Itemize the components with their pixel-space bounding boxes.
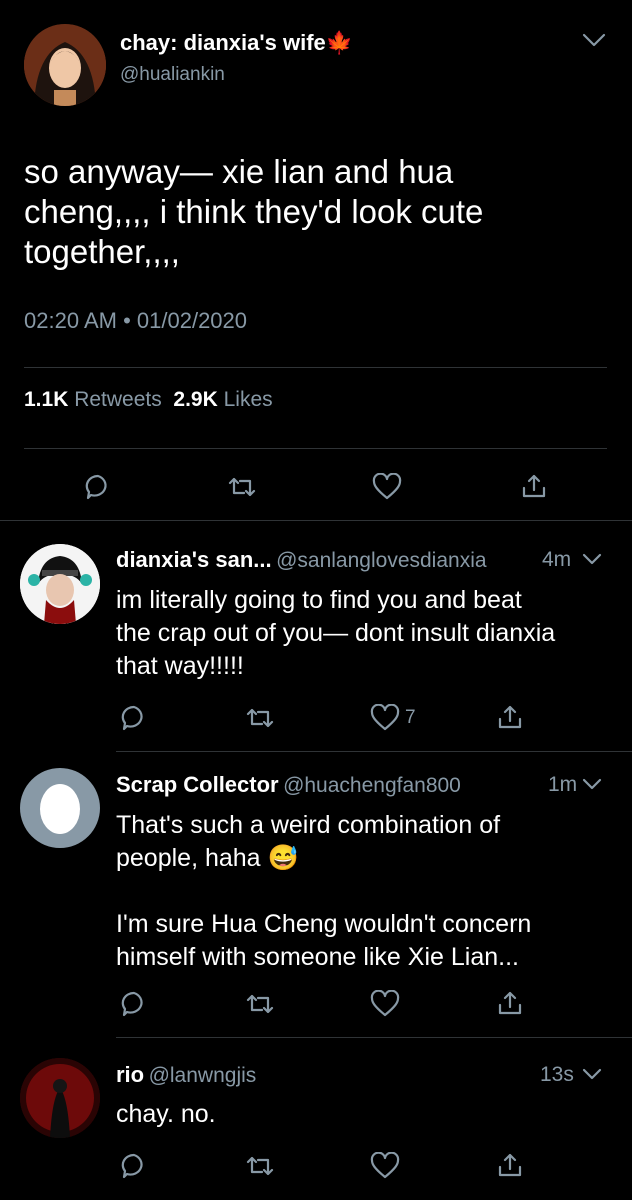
- chevron-down-icon[interactable]: [580, 1063, 604, 1085]
- retweets-count: 1.1K: [24, 388, 69, 411]
- divider: [116, 1037, 632, 1038]
- chevron-down-icon[interactable]: [580, 26, 608, 54]
- main-tweet-handle[interactable]: @hualiankin: [120, 64, 225, 86]
- like-count: 7: [405, 707, 416, 728]
- divider: [24, 448, 607, 449]
- reply-text: That's such a weird combination of peopl…: [116, 811, 532, 971]
- like-icon[interactable]: [370, 1152, 400, 1180]
- retweet-icon[interactable]: [244, 1152, 276, 1180]
- share-icon[interactable]: [496, 703, 524, 731]
- reply-time: 13s: [540, 1063, 574, 1086]
- reply-avatar[interactable]: [20, 768, 100, 848]
- reply-icon[interactable]: [120, 704, 148, 732]
- maple-leaf-emoji: 🍁: [325, 30, 354, 55]
- main-tweet-display-name[interactable]: chay: dianxia's wife🍁: [120, 30, 353, 56]
- retweets-stat[interactable]: 1.1K Retweets: [24, 388, 162, 411]
- reply-time: 1m: [548, 773, 578, 796]
- likes-label: Likes: [223, 388, 273, 411]
- reply-display-name[interactable]: Scrap Collector: [116, 772, 279, 797]
- reply-header: rio @lanwngjis: [116, 1062, 256, 1088]
- share-icon[interactable]: [496, 989, 524, 1017]
- retweet-icon[interactable]: [226, 473, 258, 501]
- reply-icon[interactable]: [120, 990, 148, 1018]
- reply-display-name[interactable]: dianxia's san...: [116, 547, 272, 572]
- reply-handle[interactable]: @sanlanglovesdianxia: [276, 549, 486, 572]
- reply-icon[interactable]: [84, 473, 112, 501]
- retweet-icon[interactable]: [244, 990, 276, 1018]
- reply-text: im literally going to find you and beat …: [116, 586, 556, 680]
- reply-time: 4m: [542, 548, 572, 571]
- share-icon[interactable]: [520, 472, 548, 500]
- divider: [24, 367, 607, 368]
- reply-avatar[interactable]: [20, 1058, 100, 1138]
- tweet-date: 01/02/2020: [136, 308, 248, 333]
- main-tweet-avatar[interactable]: [24, 24, 106, 106]
- divider: [0, 520, 632, 521]
- chevron-down-icon[interactable]: [580, 773, 604, 795]
- main-tweet-text: so anyway— xie lian and hua cheng,,,, i …: [24, 153, 484, 270]
- reply-header: Scrap Collector @huachengfan800: [116, 772, 461, 798]
- reply-handle[interactable]: @lanwngjis: [149, 1064, 257, 1087]
- likes-count: 2.9K: [173, 388, 218, 411]
- divider: [116, 751, 632, 752]
- reply-text: chay. no.: [116, 1100, 216, 1128]
- reply-display-name[interactable]: rio: [116, 1062, 144, 1087]
- reply-avatar[interactable]: [20, 544, 100, 624]
- like-icon[interactable]: [370, 704, 400, 732]
- tweet-time: 02:20 AM: [24, 308, 117, 333]
- like-icon[interactable]: [370, 990, 400, 1018]
- retweets-label: Retweets: [74, 388, 162, 411]
- reply-icon[interactable]: [120, 1152, 148, 1180]
- like-icon[interactable]: [372, 473, 402, 501]
- tweet-stats: 1.1K Retweets 2.9K Likes: [24, 388, 273, 412]
- main-tweet-timestamp: 02:20 AM • 01/02/2020: [24, 308, 247, 334]
- reply-handle[interactable]: @huachengfan800: [283, 774, 461, 797]
- reply-header: dianxia's san... @sanlanglovesdianxia: [116, 547, 487, 573]
- separator-dot: •: [123, 308, 137, 333]
- likes-stat[interactable]: 2.9K Likes: [173, 388, 272, 411]
- chevron-down-icon[interactable]: [580, 548, 604, 570]
- share-icon[interactable]: [496, 1151, 524, 1179]
- retweet-icon[interactable]: [244, 704, 276, 732]
- display-name-text: chay: dianxia's wife: [120, 30, 326, 55]
